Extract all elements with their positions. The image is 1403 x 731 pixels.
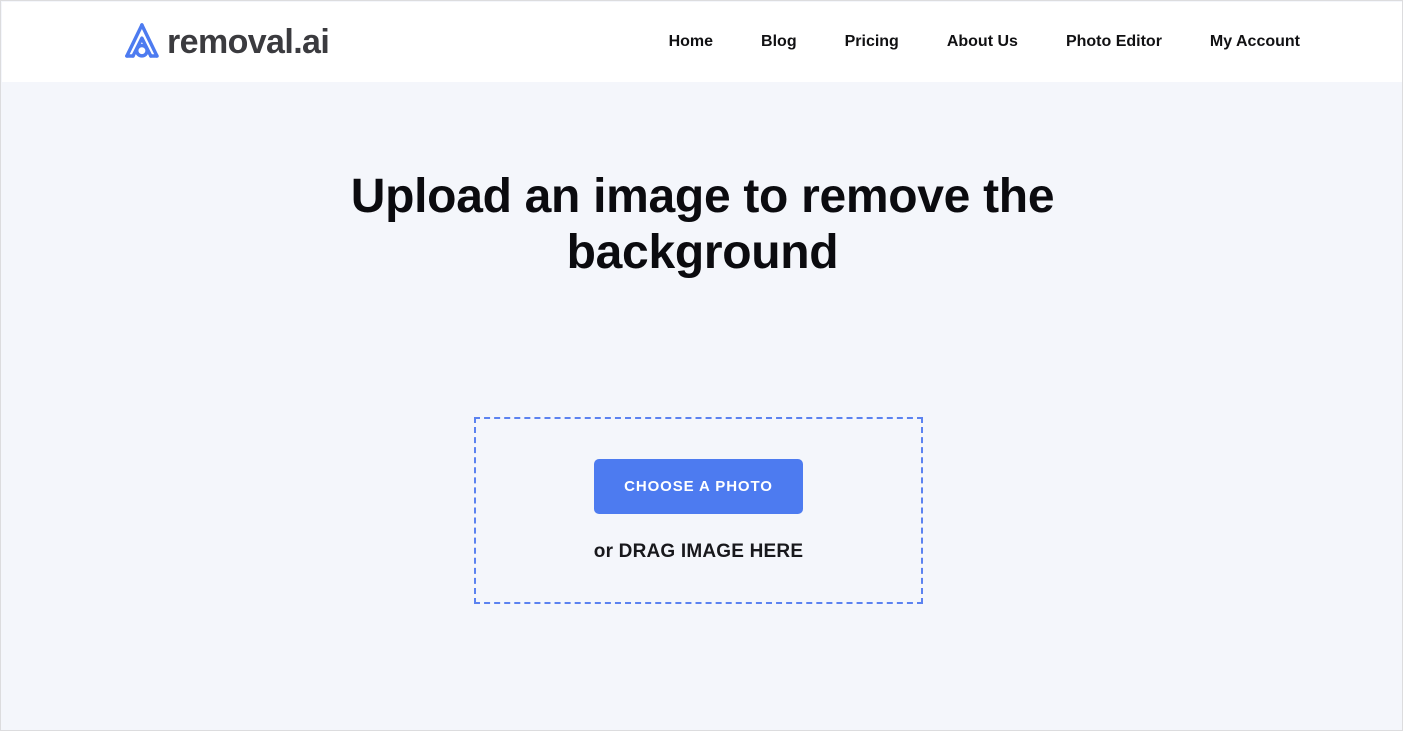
drag-image-hint: or DRAG IMAGE HERE (594, 541, 803, 563)
site-header: removal.ai Home Blog Pricing About Us Ph… (2, 2, 1402, 82)
main-nav: Home Blog Pricing About Us Photo Editor … (645, 2, 1300, 82)
upload-dropzone[interactable]: CHOOSE A PHOTO or DRAG IMAGE HERE (474, 417, 923, 604)
page-body: Upload an image to remove the background… (2, 82, 1402, 730)
nav-item-photo-editor[interactable]: Photo Editor (1042, 2, 1186, 82)
nav-item-home[interactable]: Home (645, 2, 737, 82)
nav-item-my-account[interactable]: My Account (1186, 2, 1300, 82)
nav-item-about-us[interactable]: About Us (923, 2, 1042, 82)
nav-item-pricing[interactable]: Pricing (821, 2, 923, 82)
choose-a-photo-button[interactable]: CHOOSE A PHOTO (594, 458, 803, 514)
drag-image-hint-text: DRAG IMAGE HERE (618, 540, 804, 562)
brand-wordmark: removal.ai (167, 23, 330, 61)
drag-image-hint-prefix: or (593, 540, 619, 562)
page-title: Upload an image to remove the background (350, 170, 1055, 279)
removal-ai-logo-icon (125, 23, 159, 58)
browser-window-frame: removal.ai Home Blog Pricing About Us Ph… (0, 0, 1403, 731)
brand-logo[interactable]: removal.ai (119, 2, 330, 82)
nav-item-blog[interactable]: Blog (737, 2, 821, 82)
